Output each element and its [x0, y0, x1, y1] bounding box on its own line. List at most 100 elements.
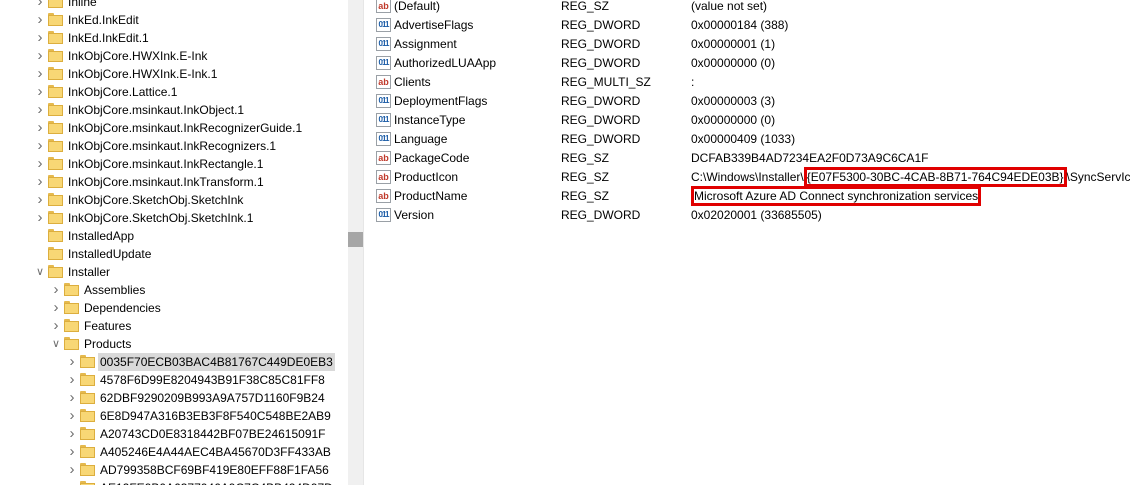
chevron-down-icon[interactable]: ∨: [50, 335, 62, 353]
tree-item-label: InkObjCore.Lattice.1: [68, 85, 178, 99]
value-type: REG_DWORD: [561, 18, 641, 32]
chevron-right-icon[interactable]: ›: [66, 353, 78, 371]
chevron-right-icon[interactable]: ›: [34, 11, 46, 29]
tree-item[interactable]: › Assemblies: [0, 281, 348, 299]
chevron-right-icon[interactable]: ›: [34, 0, 46, 11]
registry-values-pane[interactable]: ab (Default) REG_SZ (value not set) 011 Adver…: [370, 0, 1130, 485]
tree-item[interactable]: › 6E8D947A316B3EB3F8F540C548BE2AB9: [0, 407, 348, 425]
chevron-right-icon[interactable]: ›: [34, 47, 46, 65]
value-row[interactable]: 011 Assignment REG_DWORD 0x00000001 (1): [370, 35, 1130, 54]
tree-item[interactable]: › 62DBF9290209B993A9A757D1160F9B24: [0, 389, 348, 407]
folder-icon: [48, 31, 63, 44]
chevron-right-icon[interactable]: ›: [34, 101, 46, 119]
tree-item[interactable]: › InkObjCore.HWXInk.E-Ink.1: [0, 65, 348, 83]
value-name: Language: [394, 132, 448, 146]
chevron-right-icon[interactable]: ›: [34, 209, 46, 227]
value-row[interactable]: ab Clients REG_MULTI_SZ:: [370, 73, 1130, 92]
value-row[interactable]: ab (Default) REG_SZ (value not set): [370, 0, 1130, 16]
chevron-right-icon[interactable]: ›: [66, 371, 78, 389]
tree-item[interactable]: › Dependencies: [0, 299, 348, 317]
chevron-right-icon[interactable]: ›: [66, 389, 78, 407]
value-row[interactable]: 011 AdvertiseFlags REG_DWORD 0x00000184 (38…: [370, 16, 1130, 35]
value-row[interactable]: ab PackageCode REG_SZ DCFAB339B4AD7234EA2F0…: [370, 149, 1130, 168]
folder-icon: [64, 301, 79, 314]
folder-icon: [48, 67, 63, 80]
value-row[interactable]: ab ProductIcon REG_SZ C:\Windows\Installer\…: [370, 167, 1130, 187]
folder-icon: [48, 139, 63, 152]
chevron-right-icon[interactable]: ›: [34, 137, 46, 155]
value-name: Clients: [394, 75, 431, 89]
value-row[interactable]: 011 DeploymentFlags REG_DWORD 0x00000003 (3…: [370, 92, 1130, 111]
chevron-right-icon[interactable]: ›: [66, 461, 78, 479]
tree-item[interactable]: › InkEd.InkEdit: [0, 11, 348, 29]
chevron-down-icon[interactable]: ∨: [34, 263, 46, 281]
pane-splitter[interactable]: [363, 0, 370, 485]
tree-item[interactable]: › A20743CD0E8318442BF07BE24615091F: [0, 425, 348, 443]
chevron-right-icon[interactable]: ›: [50, 281, 62, 299]
string-value-icon: ab: [376, 0, 391, 13]
value-row[interactable]: 011 Language REG_DWORD 0x00000409 (1033): [370, 130, 1130, 149]
chevron-right-icon[interactable]: ›: [66, 479, 78, 485]
binary-value-icon: 011: [376, 132, 391, 146]
tree-item-label: Dependencies: [84, 301, 161, 315]
tree-item[interactable]: › AE12FE9B0A6377046A9C7C4BB424D97D: [0, 479, 348, 485]
chevron-right-icon[interactable]: ›: [34, 65, 46, 83]
value-type: REG_DWORD: [561, 37, 641, 51]
value-name: InstanceType: [394, 113, 466, 127]
tree-item[interactable]: › InkObjCore.msinkaut.InkRectangle.1: [0, 155, 348, 173]
chevron-right-icon[interactable]: ›: [34, 83, 46, 101]
value-data: 0x00000003 (3): [691, 94, 776, 108]
tree-item[interactable]: InstalledUpdate: [0, 245, 348, 263]
value-data-prefix: C:\Windows\Installer\: [691, 170, 804, 184]
tree-item[interactable]: › 4578F6D99E8204943B91F38C85C81FF8: [0, 371, 348, 389]
tree-item[interactable]: › InkObjCore.HWXInk.E-Ink: [0, 47, 348, 65]
tree-item-label: 6E8D947A316B3EB3F8F540C548BE2AB9: [100, 409, 331, 423]
tree-scrollbar-thumb[interactable]: [348, 232, 363, 247]
chevron-right-icon[interactable]: ›: [34, 155, 46, 173]
chevron-right-icon[interactable]: ›: [34, 29, 46, 47]
folder-icon: [48, 247, 63, 260]
tree-item[interactable]: › AD799358BCF69BF419E80EFF88F1FA56: [0, 461, 348, 479]
chevron-right-icon[interactable]: ›: [66, 443, 78, 461]
chevron-right-icon[interactable]: ›: [34, 191, 46, 209]
value-name: PackageCode: [394, 151, 470, 165]
tree-item-label: 4578F6D99E8204943B91F38C85C81FF8: [100, 373, 325, 387]
chevron-right-icon[interactable]: ›: [34, 173, 46, 191]
tree-item[interactable]: › InkEd.InkEdit.1: [0, 29, 348, 47]
value-row[interactable]: ab ProductName REG_SZ Microsoft Azure AD Co…: [370, 186, 1130, 206]
tree-item[interactable]: › Features: [0, 317, 348, 335]
tree-item-label: AE12FE9B0A6377046A9C7C4BB424D97D: [98, 479, 335, 485]
tree-item-label: 62DBF9290209B993A9A757D1160F9B24: [100, 391, 325, 405]
chevron-right-icon[interactable]: ›: [50, 299, 62, 317]
tree-item[interactable]: › Inline: [0, 0, 348, 11]
tree-item-label: InkObjCore.HWXInk.E-Ink: [68, 49, 208, 63]
tree-item[interactable]: ∨ Installer: [0, 263, 348, 281]
value-row[interactable]: 011 AuthorizedLUAApp REG_DWORD 0x00000000 (…: [370, 54, 1130, 73]
tree-item[interactable]: › InkObjCore.SketchObj.SketchInk.1: [0, 209, 348, 227]
chevron-right-icon[interactable]: ›: [66, 407, 78, 425]
tree-item[interactable]: ∨ Products: [0, 335, 348, 353]
chevron-right-icon[interactable]: ›: [66, 425, 78, 443]
chevron-right-icon[interactable]: ›: [50, 317, 62, 335]
tree-item[interactable]: › InkObjCore.Lattice.1: [0, 83, 348, 101]
tree-item[interactable]: › InkObjCore.msinkaut.InkObject.1: [0, 101, 348, 119]
string-value-icon: ab: [376, 189, 391, 203]
tree-item[interactable]: › InkObjCore.msinkaut.InkTransform.1: [0, 173, 348, 191]
tree-item[interactable]: › InkObjCore.msinkaut.InkRecognizers.1: [0, 137, 348, 155]
tree-item[interactable]: InstalledApp: [0, 227, 348, 245]
tree-item[interactable]: › A405246E4A44AEC4BA45670D3FF433AB: [0, 443, 348, 461]
tree-item[interactable]: › InkObjCore.msinkaut.InkRecognizerGuide.…: [0, 119, 348, 137]
tree-item[interactable]: › 0035F70ECB03BAC4B81767C449DE0EB3: [0, 353, 348, 371]
value-name: AdvertiseFlags: [394, 18, 474, 32]
tree-item-label: InkObjCore.msinkaut.InkRecognizerGuide.1: [68, 121, 303, 135]
tree-scrollbar[interactable]: [348, 0, 363, 485]
chevron-right-icon[interactable]: ›: [34, 119, 46, 137]
binary-value-icon: 011: [376, 37, 391, 51]
value-row[interactable]: 011 Version REG_DWORD 0x02020001 (33685505): [370, 206, 1130, 225]
value-type: REG_DWORD: [561, 56, 641, 70]
registry-tree-pane[interactable]: › Inline › InkEd.InkEdit › InkEd.InkEdit.1 › In…: [0, 0, 348, 485]
tree-item[interactable]: › InkObjCore.SketchObj.SketchInk: [0, 191, 348, 209]
folder-icon: [80, 445, 95, 458]
value-row[interactable]: 011 InstanceType REG_DWORD 0x00000000 (0): [370, 111, 1130, 130]
tree-item-label: Features: [84, 319, 132, 333]
